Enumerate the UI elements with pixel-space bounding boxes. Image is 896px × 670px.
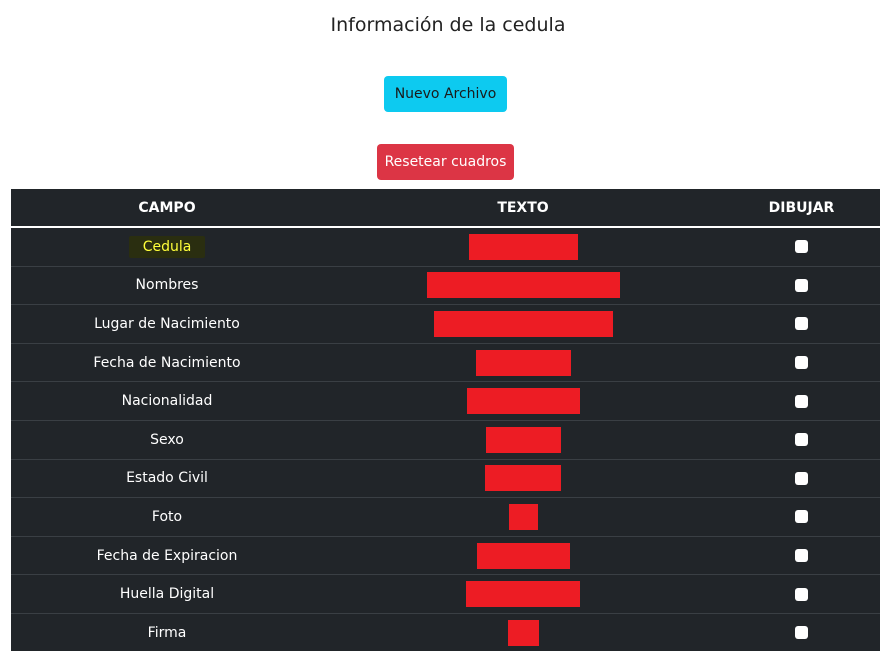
field-name: Nacionalidad: [121, 393, 213, 410]
redacted-text: [485, 426, 561, 453]
field-name: Firma: [147, 624, 187, 641]
field-name-cell: Cedula: [11, 227, 323, 266]
redacted-text: [507, 619, 539, 646]
fields-table: CAMPO TEXTO DIBUJAR Cedula Nombres Lugar…: [11, 189, 880, 652]
field-text-cell: [323, 574, 723, 614]
draw-checkbox[interactable]: [795, 626, 808, 640]
redacted-text: [426, 272, 620, 299]
field-text-cell: [323, 227, 723, 266]
field-name-cell: Lugar de Nacimiento: [11, 304, 323, 344]
field-name-cell: Foto: [11, 497, 323, 537]
field-text-cell: [323, 535, 723, 575]
draw-cell: [723, 304, 880, 344]
column-header-texto: TEXTO: [323, 189, 723, 228]
field-text-cell: [323, 458, 723, 498]
field-name: Fecha de Nacimiento: [93, 354, 241, 371]
draw-checkbox[interactable]: [795, 394, 808, 408]
redacted-text: [433, 310, 613, 337]
field-name: Cedula: [128, 235, 206, 258]
redacted-text: [466, 388, 580, 415]
field-name: Lugar de Nacimiento: [94, 315, 240, 332]
draw-checkbox[interactable]: [795, 240, 808, 254]
draw-cell: [723, 265, 880, 305]
table-row: Nombres: [11, 265, 880, 305]
draw-checkbox[interactable]: [795, 356, 808, 370]
table-row: Cedula: [11, 227, 880, 266]
redacted-text: [508, 503, 538, 530]
table-row: Huella Digital: [11, 574, 880, 614]
draw-cell: [723, 419, 880, 460]
field-text-cell: [323, 612, 723, 652]
draw-checkbox[interactable]: [795, 549, 808, 563]
field-name: Estado Civil: [126, 470, 208, 487]
draw-cell: [723, 612, 880, 652]
field-name: Huella Digital: [119, 586, 215, 603]
draw-cell: [723, 227, 880, 266]
redacted-text: [476, 542, 570, 569]
field-text-cell: [323, 342, 723, 382]
field-text-cell: [323, 419, 723, 460]
draw-checkbox[interactable]: [795, 471, 808, 485]
field-name-cell: Firma: [11, 612, 323, 652]
field-text-cell: [323, 381, 723, 421]
draw-cell: [723, 574, 880, 614]
page-title: Información de la cedula: [330, 14, 566, 36]
column-header-dibujar: DIBUJAR: [723, 189, 880, 228]
reset-boxes-button[interactable]: Resetear cuadros: [377, 144, 514, 180]
field-text-cell: [323, 497, 723, 537]
field-text-cell: [323, 304, 723, 344]
field-name: Sexo: [150, 431, 184, 448]
table-header-row: CAMPO TEXTO DIBUJAR: [11, 189, 880, 228]
field-name-cell: Fecha de Expiracion: [11, 535, 323, 575]
field-name: Fecha de Expiracion: [96, 547, 238, 564]
field-name-cell: Nacionalidad: [11, 381, 323, 421]
draw-checkbox[interactable]: [795, 317, 808, 331]
field-name: Foto: [151, 508, 183, 525]
table-row: Sexo: [11, 419, 880, 460]
table-row: Estado Civil: [11, 458, 880, 498]
draw-cell: [723, 342, 880, 382]
field-text-cell: [323, 265, 723, 305]
draw-cell: [723, 458, 880, 498]
table-row: Nacionalidad: [11, 381, 880, 421]
draw-cell: [723, 497, 880, 537]
new-file-button[interactable]: Nuevo Archivo: [384, 76, 507, 112]
redacted-text: [468, 233, 578, 260]
table-row: Fecha de Nacimiento: [11, 342, 880, 382]
draw-checkbox[interactable]: [795, 510, 808, 524]
table-row: Firma: [11, 612, 880, 652]
field-name-cell: Huella Digital: [11, 574, 323, 614]
field-name-cell: Estado Civil: [11, 458, 323, 498]
table-row: Foto: [11, 497, 880, 537]
field-name: Nombres: [135, 277, 199, 294]
field-name-cell: Fecha de Nacimiento: [11, 342, 323, 382]
table-row: Fecha de Expiracion: [11, 535, 880, 575]
draw-cell: [723, 381, 880, 421]
field-name-cell: Nombres: [11, 265, 323, 305]
draw-cell: [723, 535, 880, 575]
redacted-text: [475, 349, 571, 376]
column-header-campo: CAMPO: [11, 189, 323, 228]
redacted-text: [485, 465, 561, 492]
draw-checkbox[interactable]: [795, 433, 808, 447]
draw-checkbox[interactable]: [795, 587, 808, 601]
field-name-cell: Sexo: [11, 419, 323, 460]
table-row: Lugar de Nacimiento: [11, 304, 880, 344]
draw-checkbox[interactable]: [795, 278, 808, 292]
redacted-text: [466, 581, 580, 608]
